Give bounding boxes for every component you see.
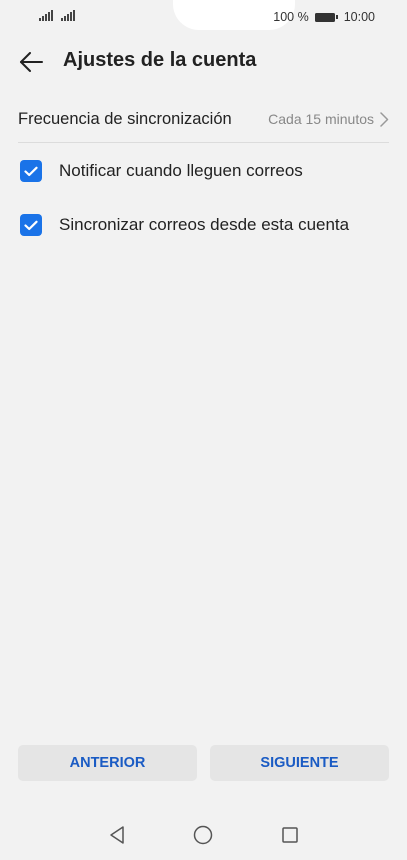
notify-new-mail-label: Notificar cuando lleguen correos [59,161,303,180]
sync-frequency-value-wrap: Cada 15 minutos [268,111,389,127]
app-header: Ajustes de la cuenta [0,40,407,84]
chevron-right-icon [380,111,389,127]
navigation-bar [0,815,407,855]
nav-recents-button[interactable] [278,823,302,847]
back-button[interactable] [16,48,46,76]
clock: 10:00 [343,10,375,24]
arrow-left-icon [20,52,43,72]
sync-frequency-row[interactable]: Frecuencia de sincronización Cada 15 min… [18,96,389,143]
battery-percentage: 100 % [273,10,309,24]
notify-new-mail-option[interactable]: Notificar cuando lleguen correos [20,156,390,186]
status-bar: 100 % 10:00 [0,0,407,36]
checkmark-icon [24,220,38,230]
triangle-back-icon [110,826,124,844]
nav-home-button[interactable] [191,823,215,847]
sync-account-mail-option[interactable]: Sincronizar correos desde esta cuenta [20,210,390,240]
next-button[interactable]: SIGUIENTE [210,745,389,781]
status-right: 100 % 10:00 [273,10,375,24]
square-recents-icon [282,827,298,843]
signal-strength-icon [39,10,53,21]
sync-account-mail-checkbox[interactable] [20,214,42,236]
sync-frequency-value: Cada 15 minutos [268,111,374,127]
nav-back-button[interactable] [105,823,129,847]
circle-home-icon [193,825,213,845]
sync-account-mail-label: Sincronizar correos desde esta cuenta [59,215,350,234]
checkmark-icon [24,166,38,176]
signal-strength-icon [61,10,75,21]
notify-new-mail-checkbox[interactable] [20,160,42,182]
signal-indicators [39,10,75,21]
previous-button[interactable]: ANTERIOR [18,745,197,781]
page-title: Ajustes de la cuenta [63,49,257,71]
screen: 100 % 10:00 Ajustes de la cuenta Frecuen… [0,0,407,860]
battery-icon [314,12,338,22]
sync-frequency-label: Frecuencia de sincronización [18,109,232,128]
